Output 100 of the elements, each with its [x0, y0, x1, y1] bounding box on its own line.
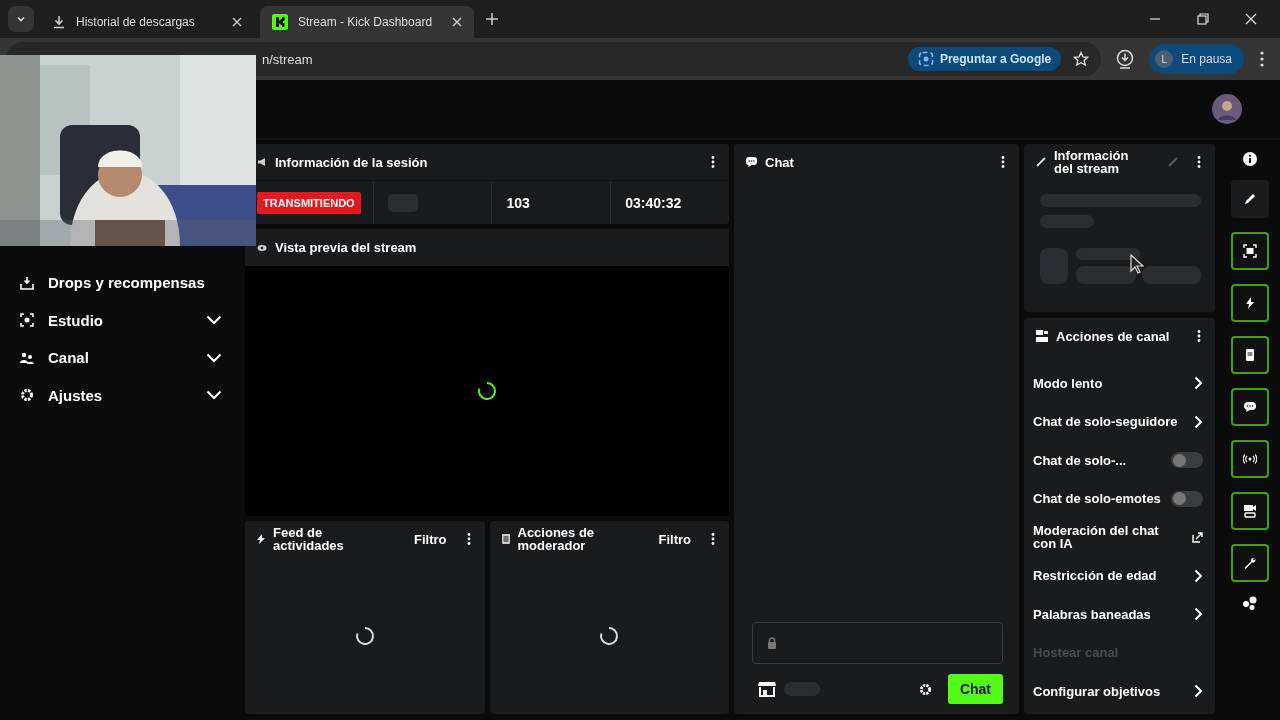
sidebar-item[interactable]: Canal [0, 339, 240, 377]
browser-tab[interactable]: Stream - Kick Dashboard [260, 6, 474, 38]
menu-icon[interactable] [1260, 51, 1264, 67]
focus-icon [1243, 244, 1257, 258]
panel-title: Acciones de canal [1056, 328, 1170, 344]
external-link-icon[interactable] [1192, 531, 1203, 543]
info-icon[interactable] [1243, 152, 1257, 166]
chevron-down-icon [206, 352, 222, 363]
download-icon [52, 15, 66, 29]
loading-placeholder [1076, 248, 1140, 260]
broadcast-button[interactable] [1231, 440, 1269, 478]
loading-placeholder [1141, 266, 1201, 284]
close-icon[interactable] [1245, 13, 1257, 25]
live-badge: TRANSMITIENDO [257, 191, 361, 214]
uptime-text: 03:40:32 [625, 194, 682, 211]
bolt-button[interactable] [1231, 284, 1269, 322]
download-icon[interactable] [1115, 49, 1136, 69]
action-label[interactable]: Chat de solo-... [1033, 453, 1127, 467]
wrench-button[interactable] [1231, 544, 1269, 582]
close-icon[interactable] [232, 17, 242, 27]
toggle-switch[interactable] [1171, 490, 1203, 507]
panel-title: Chat [765, 154, 794, 170]
action-label[interactable]: Modo lento [1033, 376, 1103, 390]
action-label[interactable]: Chat de solo-emotes [1033, 492, 1161, 506]
chevron-down-icon [206, 315, 222, 326]
action-label[interactable]: Palabras baneadas [1033, 607, 1151, 621]
lock-icon [767, 637, 777, 649]
chat-input-field[interactable] [752, 622, 1003, 664]
chevron-right-icon[interactable] [1194, 414, 1203, 429]
sidebar-item[interactable]: Estudio [0, 301, 240, 339]
panel-title: Vista previa del stream [275, 240, 417, 255]
more-icon[interactable] [1001, 156, 1005, 168]
sidebar-item[interactable]: Ajustes [0, 376, 240, 414]
lens-icon [917, 51, 934, 67]
url-text: n/stream [262, 51, 313, 67]
list-icon [501, 534, 510, 544]
chevron-right-icon[interactable] [1194, 568, 1203, 583]
download-tray-icon [20, 275, 34, 290]
chat-send-button[interactable]: Chat [947, 674, 1003, 704]
chevron-right-icon[interactable] [1194, 376, 1203, 391]
focus-icon [20, 313, 34, 328]
action-label[interactable]: Restricción de edad [1033, 569, 1157, 583]
spinner-icon [477, 381, 497, 401]
spinner-icon [354, 625, 375, 646]
kick-icon [272, 14, 288, 30]
tab-list-button[interactable] [8, 6, 34, 32]
avatar[interactable] [1212, 94, 1242, 124]
chat-icon [1243, 400, 1257, 414]
panel-title: Información del stream [1054, 149, 1130, 175]
chat-icon [746, 157, 757, 167]
more-icon[interactable] [466, 533, 471, 545]
more-icon[interactable] [1197, 330, 1201, 342]
action-label[interactable]: Moderación del chat con IA [1033, 524, 1183, 551]
dots-icon[interactable] [1242, 596, 1258, 610]
new-tab-icon[interactable] [486, 13, 498, 25]
browser-tab[interactable]: Historial de descargas [40, 6, 254, 38]
eye-icon [257, 242, 267, 253]
more-icon[interactable] [711, 156, 715, 168]
store-icon[interactable] [758, 681, 776, 697]
star-icon[interactable] [1073, 51, 1090, 67]
restore-icon[interactable] [1197, 13, 1209, 25]
bolt-icon [257, 534, 265, 544]
sidebar-item[interactable]: Drops y recompensas [0, 264, 240, 302]
camera-icon [1243, 504, 1257, 518]
chevron-down-icon [206, 390, 222, 401]
note-button[interactable] [1231, 336, 1269, 374]
filter-button[interactable]: Filtro [414, 531, 459, 547]
filter-button[interactable]: Filtro [658, 531, 703, 547]
broadcast-icon [1243, 452, 1257, 466]
tab-title: Stream - Kick Dashboard [298, 15, 434, 29]
more-icon[interactable] [711, 533, 715, 545]
chevron-right-icon[interactable] [1194, 684, 1203, 699]
action-label[interactable]: Configurar objetivos [1033, 684, 1161, 698]
profile-button[interactable]: L En pausa [1149, 44, 1244, 74]
cards-icon [1036, 330, 1048, 342]
pointer-icon [1130, 254, 1144, 274]
megaphone-icon [257, 157, 267, 167]
panel-title: Información de la sesión [275, 154, 428, 170]
settings-icon [20, 388, 34, 403]
note-icon [1243, 348, 1257, 362]
ask-google-button[interactable]: Preguntar a Google [907, 47, 1062, 71]
loading-placeholder [1076, 266, 1136, 284]
people-icon [20, 350, 34, 365]
viewer-count: 103 [506, 194, 530, 211]
settings-icon[interactable] [918, 682, 932, 696]
chat-button[interactable] [1231, 388, 1269, 426]
spinner-icon [599, 625, 620, 646]
toggle-switch[interactable] [1171, 452, 1203, 469]
camera-button[interactable] [1231, 492, 1269, 530]
action-label[interactable]: Chat de solo-seguidore [1033, 415, 1178, 429]
more-icon[interactable] [1197, 156, 1201, 168]
screen-button[interactable] [1231, 232, 1269, 270]
tab-title: Historial de descargas [76, 15, 196, 29]
edit-button[interactable] [1231, 180, 1269, 218]
bolt-icon [1243, 296, 1257, 310]
close-icon[interactable] [452, 17, 462, 27]
panel-title: Feed de actividades [273, 526, 345, 552]
chevron-right-icon[interactable] [1194, 607, 1203, 622]
panel-title: Acciones de moderador [517, 526, 596, 552]
pencil-icon [1243, 192, 1257, 206]
